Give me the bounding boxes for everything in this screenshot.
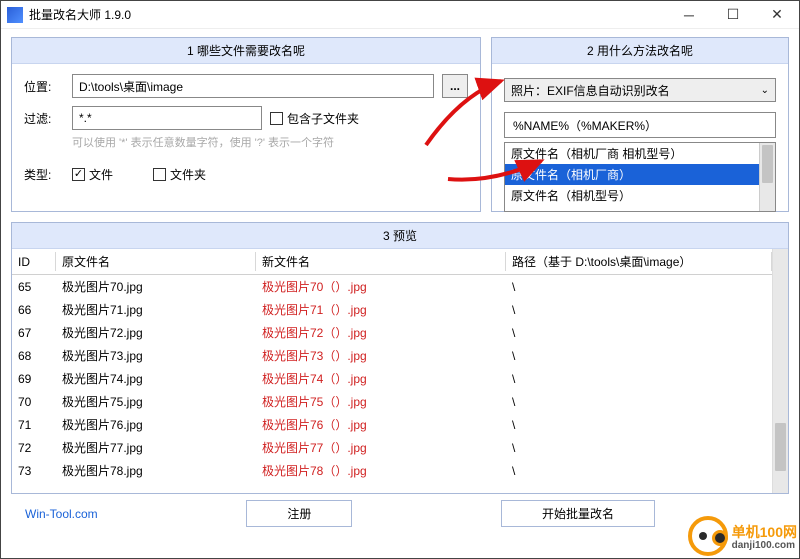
- start-rename-button[interactable]: 开始批量改名: [501, 500, 655, 527]
- panel-rename-method: 2 用什么方法改名呢 照片：EXIF信息自动识别改名 ⌄ %NAME%（%MAK…: [491, 37, 789, 212]
- panel-source-files: 1 哪些文件需要改名呢 位置: ... 过滤: 包含子文件夹 可以使用 '*' …: [11, 37, 481, 212]
- cell-old: 极光图片73.jpg: [56, 344, 256, 367]
- pattern-option[interactable]: 原文件名（相机厂商）: [505, 164, 759, 185]
- cell-old: 极光图片74.jpg: [56, 367, 256, 390]
- website-link[interactable]: Win-Tool.com: [25, 507, 98, 521]
- panel-left-title: 1 哪些文件需要改名呢: [12, 38, 480, 64]
- chevron-down-icon: ⌄: [761, 85, 769, 96]
- table-row[interactable]: 72极光图片77.jpg极光图片77（）.jpg\: [12, 436, 772, 459]
- cell-id: 68: [12, 344, 56, 367]
- type-file-checkbox[interactable]: 文件: [72, 166, 113, 183]
- col-new[interactable]: 新文件名: [256, 249, 506, 275]
- watermark-logo: 单机100网 danji100.com: [688, 516, 797, 556]
- pattern-options-list[interactable]: 原文件名（相机厂商 相机型号）原文件名（相机厂商）原文件名（相机型号）: [504, 142, 776, 212]
- checkbox-box-checked: [72, 168, 85, 181]
- cell-id: 69: [12, 367, 56, 390]
- cell-id: 70: [12, 390, 56, 413]
- cell-old: 极光图片78.jpg: [56, 459, 256, 482]
- method-dropdown[interactable]: 照片：EXIF信息自动识别改名 ⌄: [504, 78, 776, 102]
- maximize-button[interactable]: ☐: [711, 1, 755, 29]
- cell-path: \: [506, 436, 772, 459]
- type-folder-label: 文件夹: [170, 166, 206, 183]
- cell-id: 73: [12, 459, 56, 482]
- browse-button[interactable]: ...: [442, 74, 468, 98]
- cell-old: 极光图片75.jpg: [56, 390, 256, 413]
- checkbox-box-unchecked: [270, 112, 283, 125]
- filter-hint: 可以使用 '*' 表示任意数量字符，使用 '?' 表示一个字符: [72, 134, 468, 150]
- scrollbar-thumb[interactable]: [775, 423, 786, 471]
- cell-id: 65: [12, 275, 56, 299]
- cell-new: 极光图片74（）.jpg: [256, 367, 506, 390]
- cell-path: \: [506, 390, 772, 413]
- cell-path: \: [506, 344, 772, 367]
- type-file-label: 文件: [89, 166, 113, 183]
- app-icon: [7, 7, 23, 23]
- type-folder-checkbox[interactable]: 文件夹: [153, 166, 206, 183]
- dropdown-selected-text: 照片：EXIF信息自动识别改名: [511, 82, 670, 99]
- cell-id: 71: [12, 413, 56, 436]
- table-row[interactable]: 70极光图片75.jpg极光图片75（）.jpg\: [12, 390, 772, 413]
- panel-right-title: 2 用什么方法改名呢: [492, 38, 788, 64]
- type-label: 类型:: [24, 166, 64, 183]
- pattern-input[interactable]: %NAME%（%MAKER%）: [504, 112, 776, 138]
- table-row[interactable]: 67极光图片72.jpg极光图片72（）.jpg\: [12, 321, 772, 344]
- cell-path: \: [506, 298, 772, 321]
- cell-new: 极光图片75（）.jpg: [256, 390, 506, 413]
- scrollbar-thumb[interactable]: [762, 145, 773, 183]
- cell-id: 66: [12, 298, 56, 321]
- cell-new: 极光图片76（）.jpg: [256, 413, 506, 436]
- table-row[interactable]: 65极光图片70.jpg极光图片70（）.jpg\: [12, 275, 772, 299]
- close-button[interactable]: ✕: [755, 1, 799, 29]
- cell-new: 极光图片78（）.jpg: [256, 459, 506, 482]
- table-row[interactable]: 73极光图片78.jpg极光图片78（）.jpg\: [12, 459, 772, 482]
- cell-new: 极光图片70（）.jpg: [256, 275, 506, 299]
- pattern-option[interactable]: 原文件名（相机型号）: [505, 185, 759, 206]
- pattern-option[interactable]: 原文件名（相机厂商 相机型号）: [505, 143, 759, 164]
- cell-id: 72: [12, 436, 56, 459]
- minimize-button[interactable]: ─: [667, 1, 711, 29]
- panel-preview-title: 3 预览: [12, 223, 788, 249]
- cell-new: 极光图片71（）.jpg: [256, 298, 506, 321]
- preview-scrollbar[interactable]: [772, 249, 788, 493]
- cell-old: 极光图片76.jpg: [56, 413, 256, 436]
- table-row[interactable]: 66极光图片71.jpg极光图片71（）.jpg\: [12, 298, 772, 321]
- cell-id: 67: [12, 321, 56, 344]
- cell-new: 极光图片77（）.jpg: [256, 436, 506, 459]
- table-row[interactable]: 71极光图片76.jpg极光图片76（）.jpg\: [12, 413, 772, 436]
- filter-label: 过滤:: [24, 110, 64, 127]
- include-subfolders-label: 包含子文件夹: [287, 110, 359, 127]
- col-old[interactable]: 原文件名: [56, 249, 256, 275]
- cell-old: 极光图片72.jpg: [56, 321, 256, 344]
- location-label: 位置:: [24, 78, 64, 95]
- cell-old: 极光图片70.jpg: [56, 275, 256, 299]
- panel-preview: 3 预览 ID 原文件名 新文件名 路径（基于 D:\tools\桌面\imag…: [11, 222, 789, 494]
- cell-new: 极光图片73（）.jpg: [256, 344, 506, 367]
- filter-input[interactable]: [72, 106, 262, 130]
- window-title: 批量改名大师 1.9.0: [29, 6, 667, 23]
- cell-path: \: [506, 459, 772, 482]
- register-button[interactable]: 注册: [246, 500, 352, 527]
- cell-path: \: [506, 275, 772, 299]
- cell-path: \: [506, 413, 772, 436]
- cell-path: \: [506, 321, 772, 344]
- include-subfolders-checkbox[interactable]: 包含子文件夹: [270, 110, 359, 127]
- cell-old: 极光图片71.jpg: [56, 298, 256, 321]
- col-path[interactable]: 路径（基于 D:\tools\桌面\image）: [506, 249, 772, 275]
- cell-path: \: [506, 367, 772, 390]
- checkbox-box-unchecked: [153, 168, 166, 181]
- cell-new: 极光图片72（）.jpg: [256, 321, 506, 344]
- preview-table[interactable]: ID 原文件名 新文件名 路径（基于 D:\tools\桌面\image） 65…: [12, 249, 772, 482]
- table-row[interactable]: 69极光图片74.jpg极光图片74（）.jpg\: [12, 367, 772, 390]
- cell-old: 极光图片77.jpg: [56, 436, 256, 459]
- location-input[interactable]: [72, 74, 434, 98]
- table-row[interactable]: 68极光图片73.jpg极光图片73（）.jpg\: [12, 344, 772, 367]
- col-id[interactable]: ID: [12, 249, 56, 275]
- listbox-scrollbar[interactable]: [759, 143, 775, 211]
